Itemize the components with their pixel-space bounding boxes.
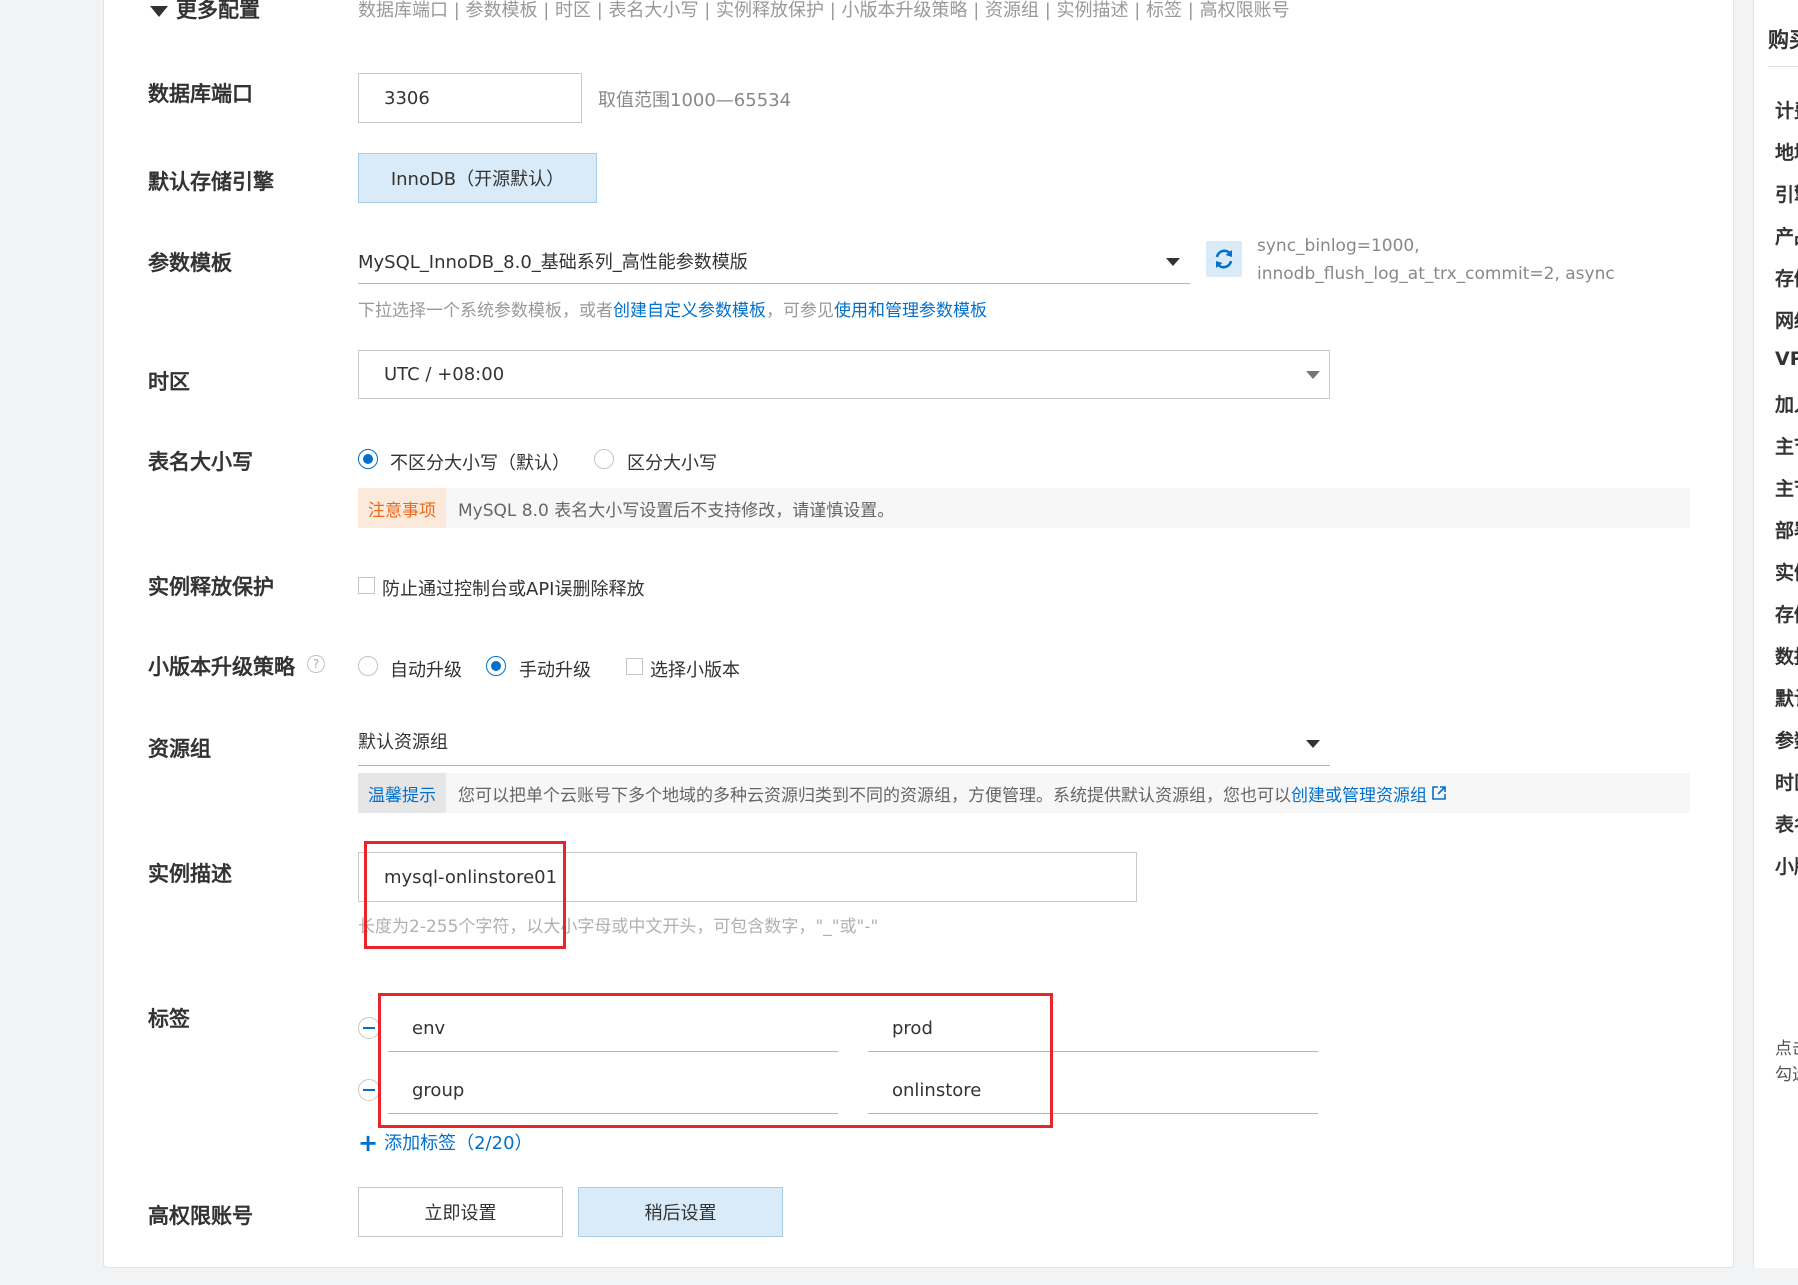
summary-item: 地域 (1775, 142, 1798, 164)
upgrade-manual-radio[interactable] (486, 656, 506, 676)
admin-account-label: 高权限账号 (148, 1204, 253, 1228)
resource-group-label: 资源组 (148, 737, 211, 761)
create-template-link[interactable]: 创建自定义参数模板 (613, 301, 766, 321)
case-sensitive-radio[interactable] (594, 449, 614, 469)
external-link-icon[interactable] (1430, 784, 1448, 802)
param-template-dropdown-icon[interactable] (1166, 258, 1180, 266)
param-template-select[interactable]: MySQL_InnoDB_8.0_基础系列_高性能参数模版 (358, 232, 1190, 284)
summary-item: 小版 (1775, 856, 1798, 878)
summary-item: 数据 (1775, 646, 1798, 668)
notice-text: MySQL 8.0 表名大小写设置后不支持修改，请谨慎设置。 (458, 500, 895, 521)
select-minor-version-checkbox[interactable] (626, 658, 643, 675)
case-sensitive-label[interactable]: 区分大小写 (627, 449, 717, 475)
port-range-hint: 取值范围1000—65534 (598, 90, 792, 111)
refresh-icon (1215, 249, 1233, 269)
summary-item: 时区 (1775, 772, 1798, 794)
param-template-hint: 下拉选择一个系统参数模板，或者创建自定义参数模板，可参见使用和管理参数模板 (358, 301, 987, 321)
upgrade-auto-label[interactable]: 自动升级 (390, 656, 462, 682)
summary-item: 存储 (1775, 604, 1798, 626)
engine-label: 默认存储引擎 (148, 170, 274, 194)
tip-text: 您可以把单个云账号下多个地域的多种云资源归类到不同的资源组，方便管理。系统提供默… (458, 785, 1291, 806)
refresh-button[interactable] (1206, 241, 1242, 277)
param-template-label: 参数模板 (148, 251, 232, 275)
description-label: 实例描述 (148, 862, 232, 886)
purchase-summary-sidebar: 购买 计费 地域 引擎 产品 存储 网络 VPC 加入 主节 主节 部署 实例 … (1753, 0, 1798, 1268)
release-protection-text[interactable]: 防止通过控制台或API误删除释放 (382, 575, 644, 601)
description-hint: 长度为2-255个字符，以大小字母或中文开头，可包含数字，"_"或"-" (358, 917, 879, 937)
case-label: 表名大小写 (148, 450, 253, 474)
summary-divider (1768, 66, 1798, 67)
port-label: 数据库端口 (148, 82, 253, 106)
tag-key-input[interactable]: env (388, 1010, 838, 1052)
remove-tag-button[interactable] (358, 1079, 380, 1101)
summary-item: 默认 (1775, 688, 1798, 710)
remove-tag-button[interactable] (358, 1017, 380, 1039)
notice-tag: 注意事项 (358, 488, 446, 528)
resource-group-dropdown-icon[interactable] (1306, 740, 1320, 748)
summary-item: 表名 (1775, 814, 1798, 836)
summary-title: 购买 (1768, 28, 1798, 52)
engine-innodb-button[interactable]: InnoDB（开源默认） (358, 153, 597, 203)
summary-item: 参数 (1775, 730, 1798, 752)
summary-item: 实例 (1775, 562, 1798, 584)
upgrade-manual-label[interactable]: 手动升级 (519, 656, 591, 682)
set-later-button[interactable]: 稍后设置 (578, 1187, 783, 1237)
summary-item: 计费 (1775, 100, 1798, 122)
case-insensitive-label[interactable]: 不区分大小写（默认） (390, 449, 570, 475)
summary-item: 加入 (1775, 394, 1798, 416)
resource-group-select[interactable]: 默认资源组 (358, 728, 1330, 766)
release-protection-checkbox[interactable] (358, 577, 375, 594)
upgrade-auto-radio[interactable] (358, 656, 378, 676)
tag-value-input[interactable]: prod (868, 1010, 1318, 1052)
manage-template-link[interactable]: 使用和管理参数模板 (834, 301, 987, 321)
summary-item: 主节 (1775, 478, 1798, 500)
release-protection-label: 实例释放保护 (148, 575, 274, 599)
select-minor-version-label[interactable]: 选择小版本 (650, 656, 740, 682)
summary-note: 点击 (1775, 1039, 1798, 1059)
set-now-button[interactable]: 立即设置 (358, 1187, 563, 1237)
tags-label: 标签 (148, 1007, 190, 1031)
summary-item: VPC (1775, 348, 1798, 370)
tag-key-input[interactable]: group (388, 1072, 838, 1114)
param-info-line1: sync_binlog=1000, (1257, 236, 1420, 256)
description-input[interactable]: mysql-onlinstore01 (358, 852, 1137, 902)
summary-item: 存储 (1775, 268, 1798, 290)
port-input[interactable]: 3306 (358, 73, 582, 123)
tip-tag: 温馨提示 (358, 773, 446, 813)
summary-item: 网络 (1775, 310, 1798, 332)
case-insensitive-radio[interactable] (358, 449, 378, 469)
section-nav-links[interactable]: 数据库端口 | 参数模板 | 时区 | 表名大小写 | 实例释放保护 | 小版本… (358, 0, 1290, 22)
more-config-toggle[interactable]: 更多配置 (150, 0, 260, 24)
case-notice: 注意事项 MySQL 8.0 表名大小写设置后不支持修改，请谨慎设置。 (358, 488, 1690, 528)
timezone-select[interactable]: UTC / +08:00 (358, 350, 1330, 399)
param-info-line2: innodb_flush_log_at_trx_commit=2, async (1257, 264, 1615, 284)
manage-resource-group-link[interactable]: 创建或管理资源组 (1291, 781, 1427, 806)
summary-item: 部署 (1775, 520, 1798, 542)
caret-down-icon (150, 5, 168, 17)
summary-note: 勾选 (1775, 1065, 1798, 1085)
help-icon[interactable]: ? (307, 655, 325, 673)
summary-item: 引擎 (1775, 184, 1798, 206)
timezone-dropdown-icon[interactable] (1306, 371, 1320, 379)
plus-icon: + (358, 1129, 379, 1157)
upgrade-label: 小版本升级策略 (148, 655, 295, 679)
tag-value-input[interactable]: onlinstore (868, 1072, 1318, 1114)
more-config-label: 更多配置 (176, 0, 260, 22)
summary-item: 主节 (1775, 436, 1798, 458)
summary-item: 产品 (1775, 226, 1798, 248)
resource-group-tip: 温馨提示 您可以把单个云账号下多个地域的多种云资源归类到不同的资源组，方便管理。… (358, 773, 1690, 813)
add-tag-button[interactable]: + 添加标签（2/20） (358, 1129, 533, 1157)
timezone-label: 时区 (148, 370, 190, 394)
